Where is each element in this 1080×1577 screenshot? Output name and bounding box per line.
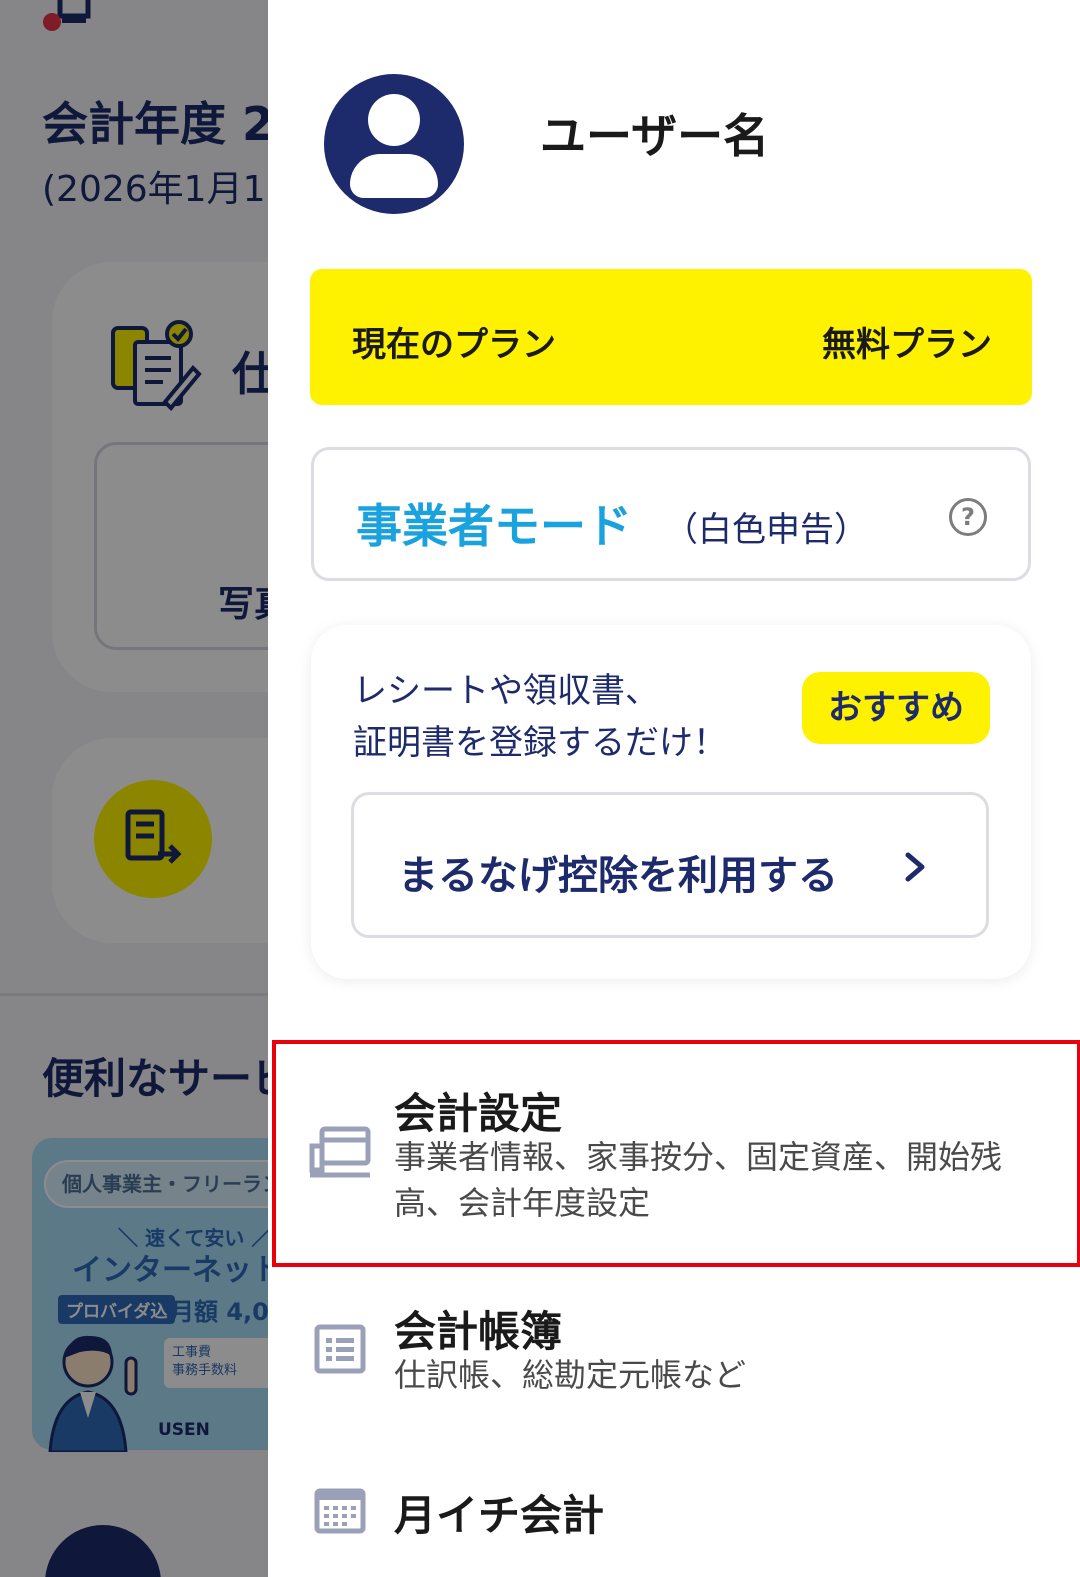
menu-item-accounting-books[interactable]: 会計帳簿 仕訳帳、総勘定元帳など bbox=[268, 1278, 1080, 1428]
marunage-deduction-label: まるなげ控除を利用する bbox=[398, 853, 838, 899]
ledger-list-icon bbox=[314, 1324, 366, 1374]
menu-item-title: 月イチ会計 bbox=[394, 1491, 605, 1540]
menu-item-title: 会計帳簿 bbox=[394, 1307, 563, 1356]
menu-item-description-line1: 事業者情報、家事按分、固定資産、開始残 bbox=[394, 1138, 1003, 1176]
menu-item-description-line1: 仕訳帳、総勘定元帳など bbox=[394, 1356, 747, 1394]
business-mode-box[interactable]: 事業者モード （白色申告） ? bbox=[311, 447, 1031, 581]
help-icon[interactable]: ? bbox=[949, 498, 987, 536]
calendar-icon bbox=[314, 1488, 366, 1534]
menu-item-description: 仕訳帳、総勘定元帳など bbox=[394, 1352, 1034, 1398]
menu-item-description-line2: 高、会計年度設定 bbox=[394, 1184, 651, 1222]
promo-text-line2: 証明書を登録するだけ！ bbox=[353, 723, 727, 763]
promo-text-line1: レシートや領収書、 bbox=[353, 671, 659, 711]
navigation-drawer: ユーザー名 現在のプラン 無料プラン 事業者モード （白色申告） ? レシートや… bbox=[268, 0, 1080, 1577]
business-mode-subtitle: （白色申告） bbox=[664, 510, 868, 550]
marunage-deduction-button[interactable]: まるなげ控除を利用する bbox=[351, 792, 989, 938]
menu-item-accounting-settings[interactable]: 会計設定 事業者情報、家事按分、固定資産、開始残 高、会計年度設定 bbox=[268, 1040, 1080, 1267]
business-mode-title: 事業者モード bbox=[356, 499, 632, 553]
user-name: ユーザー名 bbox=[540, 109, 770, 163]
current-plan-box[interactable]: 現在のプラン 無料プラン bbox=[310, 269, 1032, 405]
current-plan-value: 無料プラン bbox=[822, 325, 992, 365]
menu-item-title: 会計設定 bbox=[394, 1089, 563, 1138]
menu-item-description: 事業者情報、家事按分、固定資産、開始残 高、会計年度設定 bbox=[394, 1134, 1034, 1226]
desktop-settings-icon bbox=[309, 1126, 371, 1178]
chevron-right-icon bbox=[905, 852, 925, 882]
avatar-icon[interactable] bbox=[324, 74, 464, 214]
marunage-promo-card: レシートや領収書、 証明書を登録するだけ！ おすすめ まるなげ控除を利用する bbox=[311, 625, 1031, 979]
promo-text: レシートや領収書、 証明書を登録するだけ！ bbox=[353, 665, 773, 769]
current-plan-label: 現在のプラン bbox=[352, 325, 556, 365]
menu-item-monthly-accounting[interactable]: 月イチ会計 bbox=[268, 1460, 1080, 1577]
recommend-badge: おすすめ bbox=[802, 672, 990, 744]
